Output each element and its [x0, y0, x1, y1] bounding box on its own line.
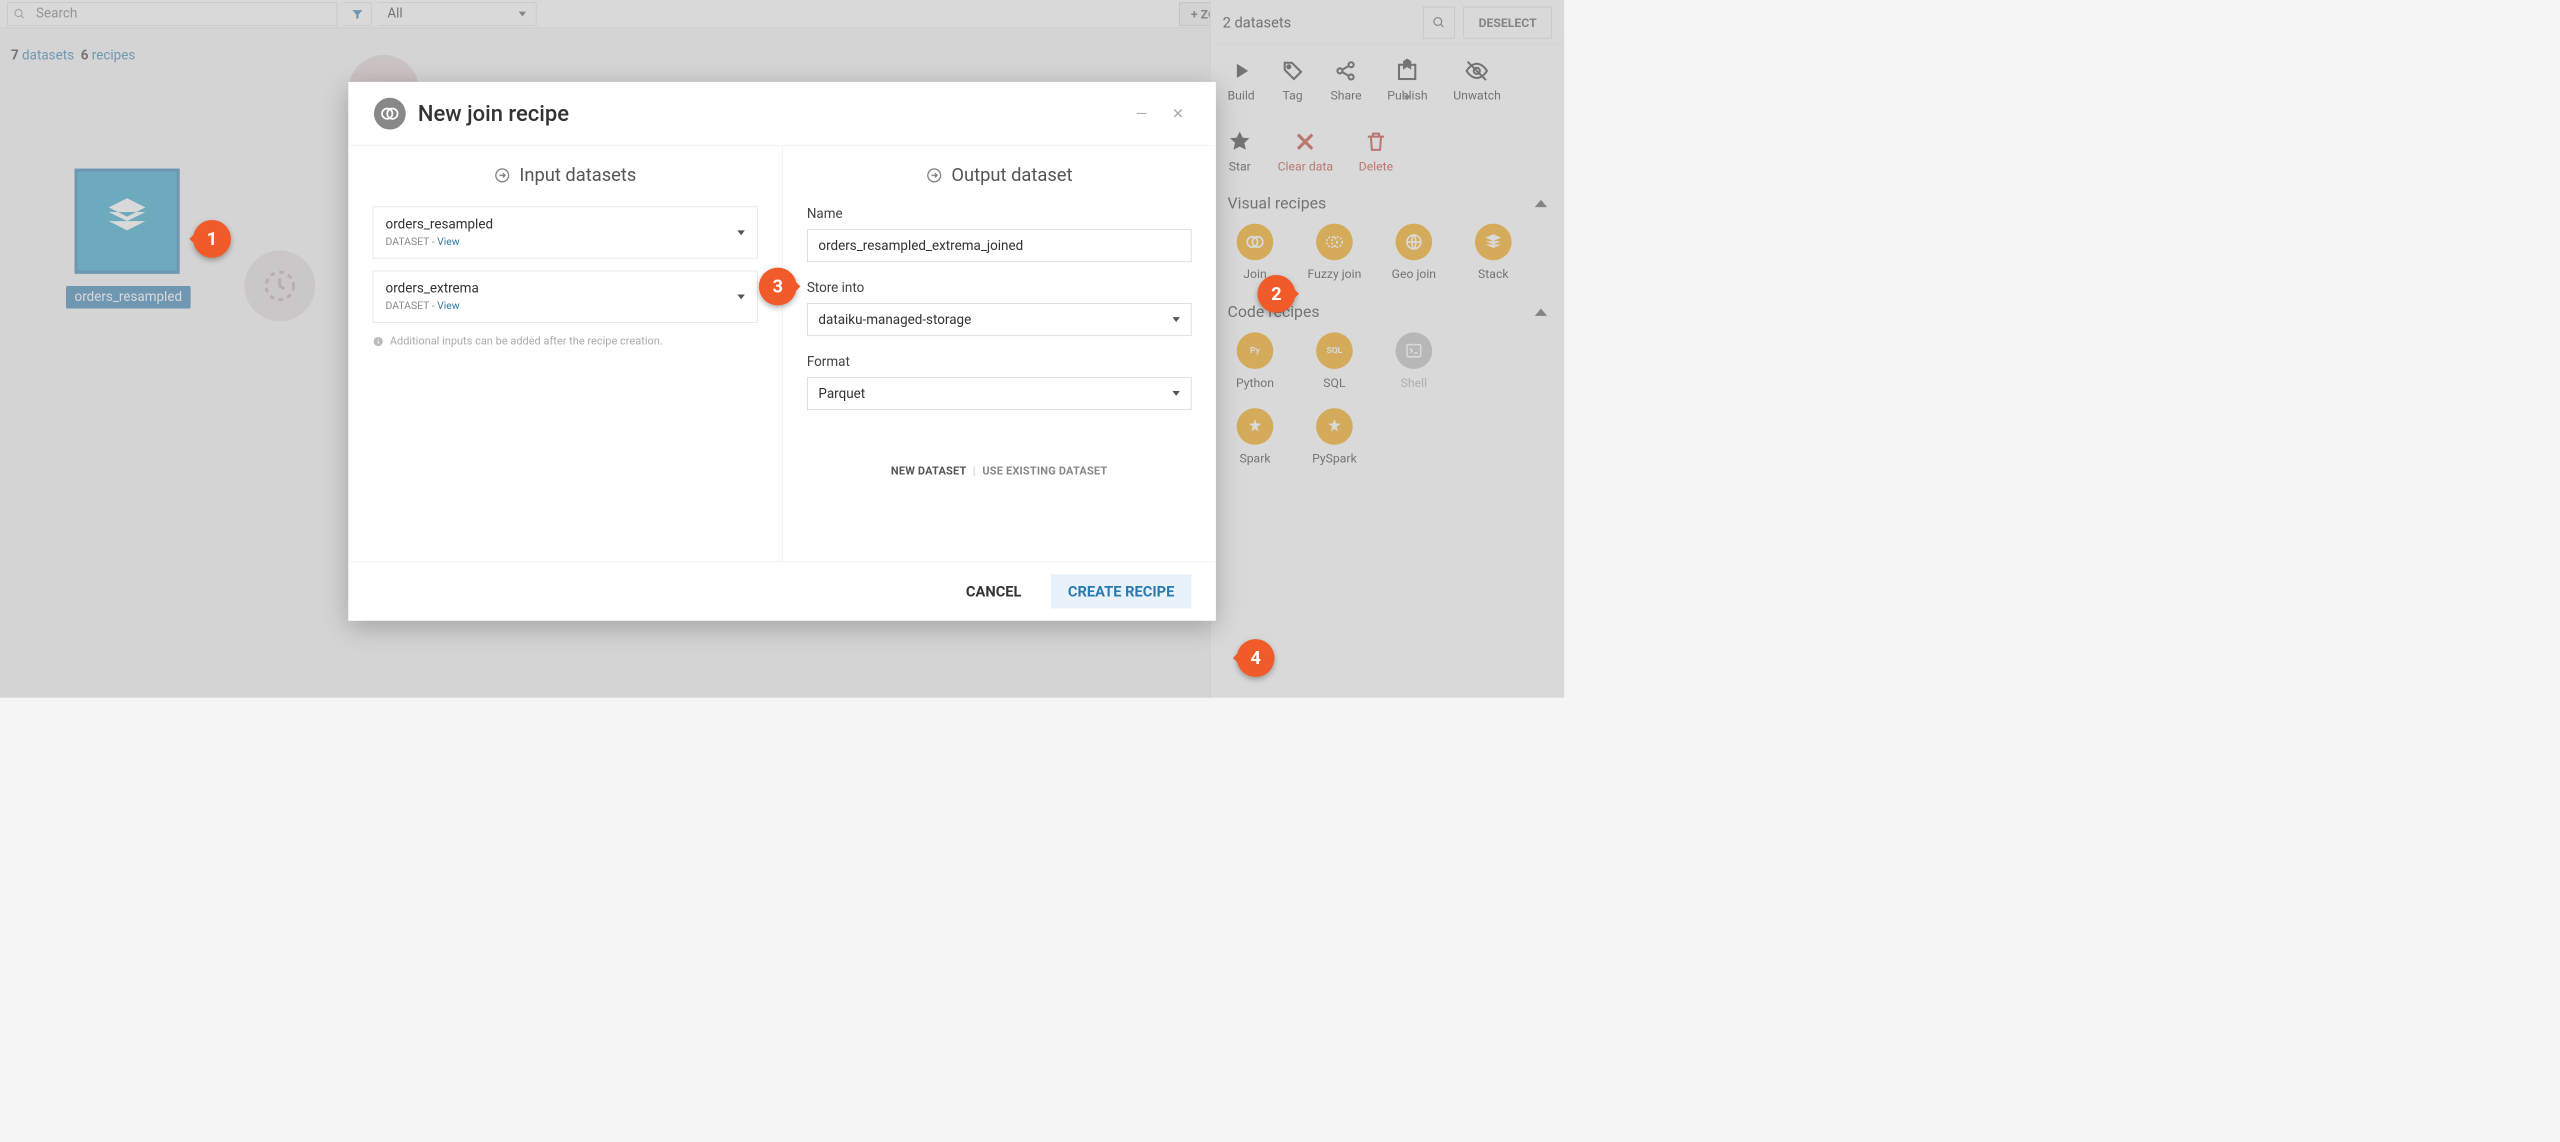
output-name-input[interactable]: [807, 229, 1192, 262]
join-icon: [374, 98, 406, 130]
store-into-select[interactable]: dataiku-managed-storage: [807, 303, 1192, 336]
chevron-down-icon: [1173, 391, 1180, 396]
chevron-down-icon: [1173, 317, 1180, 322]
minimize-button[interactable]: —: [1130, 103, 1154, 125]
cancel-button[interactable]: CANCEL: [955, 574, 1033, 608]
name-label: Name: [807, 207, 1192, 222]
format-label: Format: [807, 354, 1192, 369]
view-link[interactable]: View: [437, 236, 459, 248]
chevron-down-icon: [737, 294, 744, 299]
input-dataset-row[interactable]: orders_extrema DATASET - View: [373, 271, 758, 323]
additional-inputs-hint: Additional inputs can be added after the…: [373, 335, 758, 348]
create-recipe-button[interactable]: CREATE RECIPE: [1051, 574, 1192, 608]
callout-4: 4: [1237, 639, 1275, 677]
use-existing-dataset-tab[interactable]: USE EXISTING DATASET: [982, 465, 1107, 478]
store-into-label: Store into: [807, 280, 1192, 295]
callout-1: 1: [193, 220, 231, 258]
modal-title: New join recipe: [418, 101, 1118, 127]
new-dataset-tab[interactable]: NEW DATASET: [891, 465, 966, 478]
close-button[interactable]: ✕: [1166, 103, 1191, 125]
input-datasets-heading: Input datasets: [373, 164, 758, 185]
view-link[interactable]: View: [437, 300, 459, 312]
callout-3: 3: [759, 268, 797, 306]
output-dataset-heading: Output dataset: [807, 164, 1192, 185]
callout-2: 2: [1257, 275, 1295, 313]
input-dataset-row[interactable]: orders_resampled DATASET - View: [373, 207, 758, 259]
format-select[interactable]: Parquet: [807, 377, 1192, 410]
new-join-recipe-modal: New join recipe — ✕ Input datasets order…: [348, 82, 1216, 621]
chevron-down-icon: [737, 230, 744, 235]
modal-backdrop: New join recipe — ✕ Input datasets order…: [0, 0, 1564, 698]
